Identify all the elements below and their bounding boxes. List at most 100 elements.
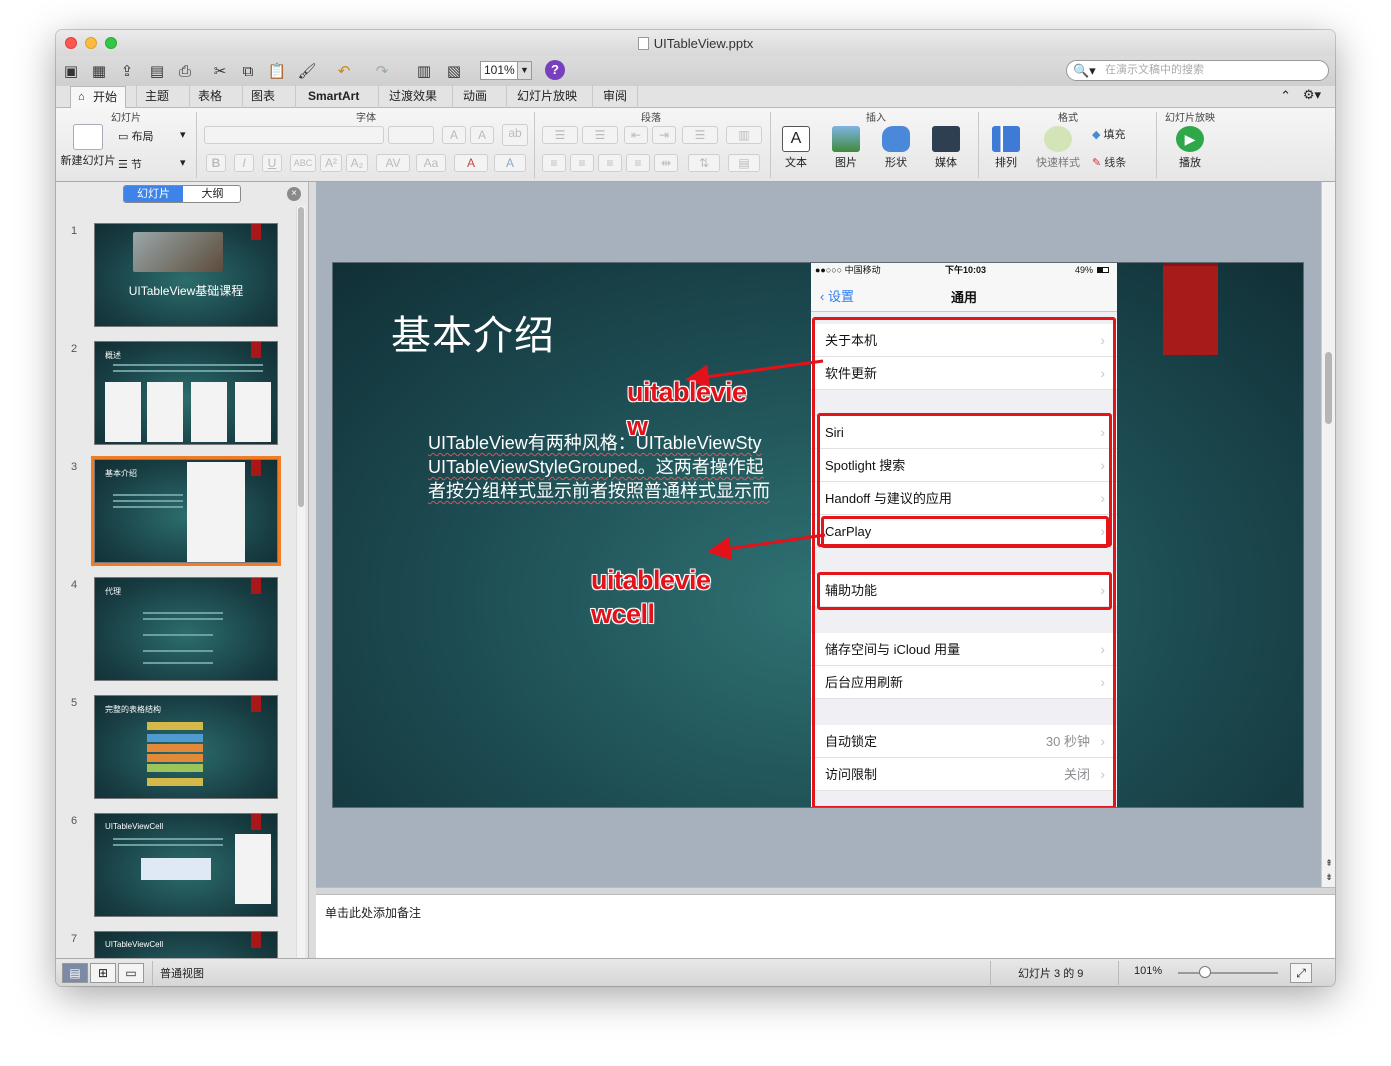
view-name: 普通视图 <box>160 968 204 980</box>
section-button[interactable]: ☰ 节 ▾ <box>118 156 190 172</box>
cut-icon[interactable]: ✂ <box>209 60 231 82</box>
align-text-icon[interactable]: ▤ <box>728 154 760 172</box>
change-case-icon[interactable]: Aa <box>416 154 446 172</box>
tab-slideshow[interactable]: 幻灯片放映 <box>506 86 587 108</box>
tab-charts[interactable]: 图表 <box>242 86 283 108</box>
superscript-icon[interactable]: A² <box>320 154 342 172</box>
home-icon: ⌂ <box>78 91 85 103</box>
tab-outline[interactable]: 大纲 <box>183 186 240 202</box>
slide-canvas[interactable]: 基本介绍 UITableView有两种风格：UITableViewSty UIT… <box>332 262 1304 808</box>
clear-format-icon[interactable]: ab <box>502 124 528 146</box>
textbox-button[interactable]: A 文本 <box>776 126 816 170</box>
align-center-icon[interactable]: ≡ <box>570 154 594 172</box>
slideshow-view-button[interactable]: ▭ <box>118 963 144 983</box>
gallery-icon[interactable]: ▧ <box>443 60 465 82</box>
indent-icon[interactable]: ⇥ <box>652 126 676 144</box>
slide-thumbnail-3[interactable]: 基本介绍 <box>91 456 281 566</box>
slide-thumbnail-7[interactable]: UITableViewCell <box>94 931 278 958</box>
zoom-slider-knob[interactable] <box>1199 966 1211 978</box>
paste-icon[interactable]: 📋 <box>266 60 288 82</box>
bullets-icon[interactable]: ☰ <box>542 126 578 144</box>
align-right-icon[interactable]: ≡ <box>598 154 622 172</box>
char-spacing-icon[interactable]: AV <box>376 154 410 172</box>
print-icon[interactable]: ⎙ <box>174 60 196 82</box>
redo-icon[interactable]: ↷ <box>371 60 393 82</box>
copy-icon[interactable]: ⧉ <box>237 60 259 82</box>
picture-button[interactable]: 图片 <box>826 126 866 170</box>
shape-label: 形状 <box>885 157 907 169</box>
close-pane-icon[interactable]: × <box>287 187 301 201</box>
collapse-ribbon-icon[interactable]: ⌃ <box>1280 88 1291 104</box>
media-button[interactable]: 媒体 <box>926 126 966 170</box>
next-slide-icon[interactable]: ⇟ <box>1324 872 1334 883</box>
line-icon: ✎ <box>1092 157 1105 169</box>
templates-icon[interactable]: ▦ <box>88 60 110 82</box>
tab-tables[interactable]: 表格 <box>189 86 230 108</box>
normal-view-button[interactable]: ▤ <box>62 963 88 983</box>
help-button[interactable]: ? <box>545 60 565 80</box>
notes-pane[interactable]: 单击此处添加备注 <box>316 894 1335 958</box>
fill-button[interactable]: ◆ 填充 <box>1092 126 1148 142</box>
notes-splitter[interactable] <box>316 887 1335 894</box>
editor-scrollbar[interactable]: ⇞ ⇟ <box>1321 182 1335 887</box>
align-left-icon[interactable]: ≡ <box>542 154 566 172</box>
strikethrough-icon[interactable]: ABC <box>290 154 316 172</box>
tab-animations[interactable]: 动画 <box>452 86 497 108</box>
pane-splitter[interactable] <box>309 182 316 958</box>
tab-transitions[interactable]: 过渡效果 <box>378 86 447 108</box>
scroll-thumb[interactable] <box>1325 352 1332 424</box>
tab-home[interactable]: ⌂ 开始 <box>70 86 127 108</box>
section-icon: ☰ <box>118 159 131 171</box>
slide-thumbnail-4[interactable]: 代理 <box>94 577 278 681</box>
increase-font-icon[interactable]: A <box>442 126 466 144</box>
title-bar: UITableView.pptx <box>56 30 1335 56</box>
italic-icon[interactable]: I <box>234 154 254 172</box>
slide-thumbnail-5[interactable]: 完整的表格结构 <box>94 695 278 799</box>
line-button[interactable]: ✎ 线条 <box>1092 154 1148 170</box>
tab-themes[interactable]: 主题 <box>136 86 177 108</box>
play-button[interactable]: ▶ 播放 <box>1168 126 1212 170</box>
numbering-icon[interactable]: ☰ <box>582 126 618 144</box>
fit-window-icon[interactable]: ⤢ <box>1290 963 1312 983</box>
justify-icon[interactable]: ≡ <box>626 154 650 172</box>
picture-icon <box>832 126 860 152</box>
prev-slide-icon[interactable]: ⇞ <box>1324 858 1334 869</box>
decrease-font-icon[interactable]: A <box>470 126 494 144</box>
slide-thumbnail-2[interactable]: 概述 <box>94 341 278 445</box>
quick-style-button[interactable]: 快速样式 <box>1034 126 1082 170</box>
tab-review[interactable]: 审阅 <box>592 86 639 108</box>
shape-button[interactable]: 形状 <box>876 126 916 170</box>
font-size-select[interactable] <box>388 126 434 144</box>
text-effects-icon[interactable]: A <box>494 154 526 172</box>
format-painter-icon[interactable]: 🖌 <box>296 60 318 82</box>
zoom-select[interactable]: 101% ▼ <box>480 61 532 80</box>
line-spacing-icon[interactable]: ☰ <box>682 126 718 144</box>
slide-thumbnail-6[interactable]: UITableViewCell <box>94 813 278 917</box>
slide-layout-icon[interactable]: ▥ <box>413 60 435 82</box>
columns-icon[interactable]: ▥ <box>726 126 762 144</box>
layout-button[interactable]: ▭ 布局 ▾ <box>118 128 190 144</box>
distribute-icon[interactable]: ⇹ <box>654 154 678 172</box>
open-icon[interactable]: ⇪ <box>116 60 138 82</box>
slide-thumbnail-1[interactable]: UITableView基础课程 <box>94 223 278 327</box>
undo-icon[interactable]: ↶ <box>333 60 355 82</box>
pane-view-switch[interactable]: 幻灯片 大纲 <box>123 185 241 203</box>
slide-sorter-button[interactable]: ⊞ <box>90 963 116 983</box>
zoom-slider[interactable] <box>1178 972 1278 974</box>
font-name-select[interactable] <box>204 126 384 144</box>
slides-scrollbar[interactable] <box>296 206 305 958</box>
text-direction-icon[interactable]: ⇅ <box>688 154 720 172</box>
bold-icon[interactable]: B <box>206 154 226 172</box>
underline-icon[interactable]: U <box>262 154 282 172</box>
subscript-icon[interactable]: A₂ <box>346 154 368 172</box>
tab-slides[interactable]: 幻灯片 <box>124 186 183 202</box>
gear-icon[interactable]: ⚙▾ <box>1303 87 1321 103</box>
tab-smartart[interactable]: SmartArt <box>295 86 371 108</box>
new-slide-button[interactable]: 新建幻灯片 <box>60 124 116 168</box>
outdent-icon[interactable]: ⇤ <box>624 126 648 144</box>
font-color-icon[interactable]: A <box>454 154 488 172</box>
new-document-icon[interactable]: ▣ <box>60 60 82 82</box>
search-input[interactable]: 🔍▾ 在演示文稿中的搜索 <box>1066 60 1329 81</box>
arrange-button[interactable]: 排列 <box>984 126 1028 170</box>
save-icon[interactable]: ▤ <box>146 60 168 82</box>
